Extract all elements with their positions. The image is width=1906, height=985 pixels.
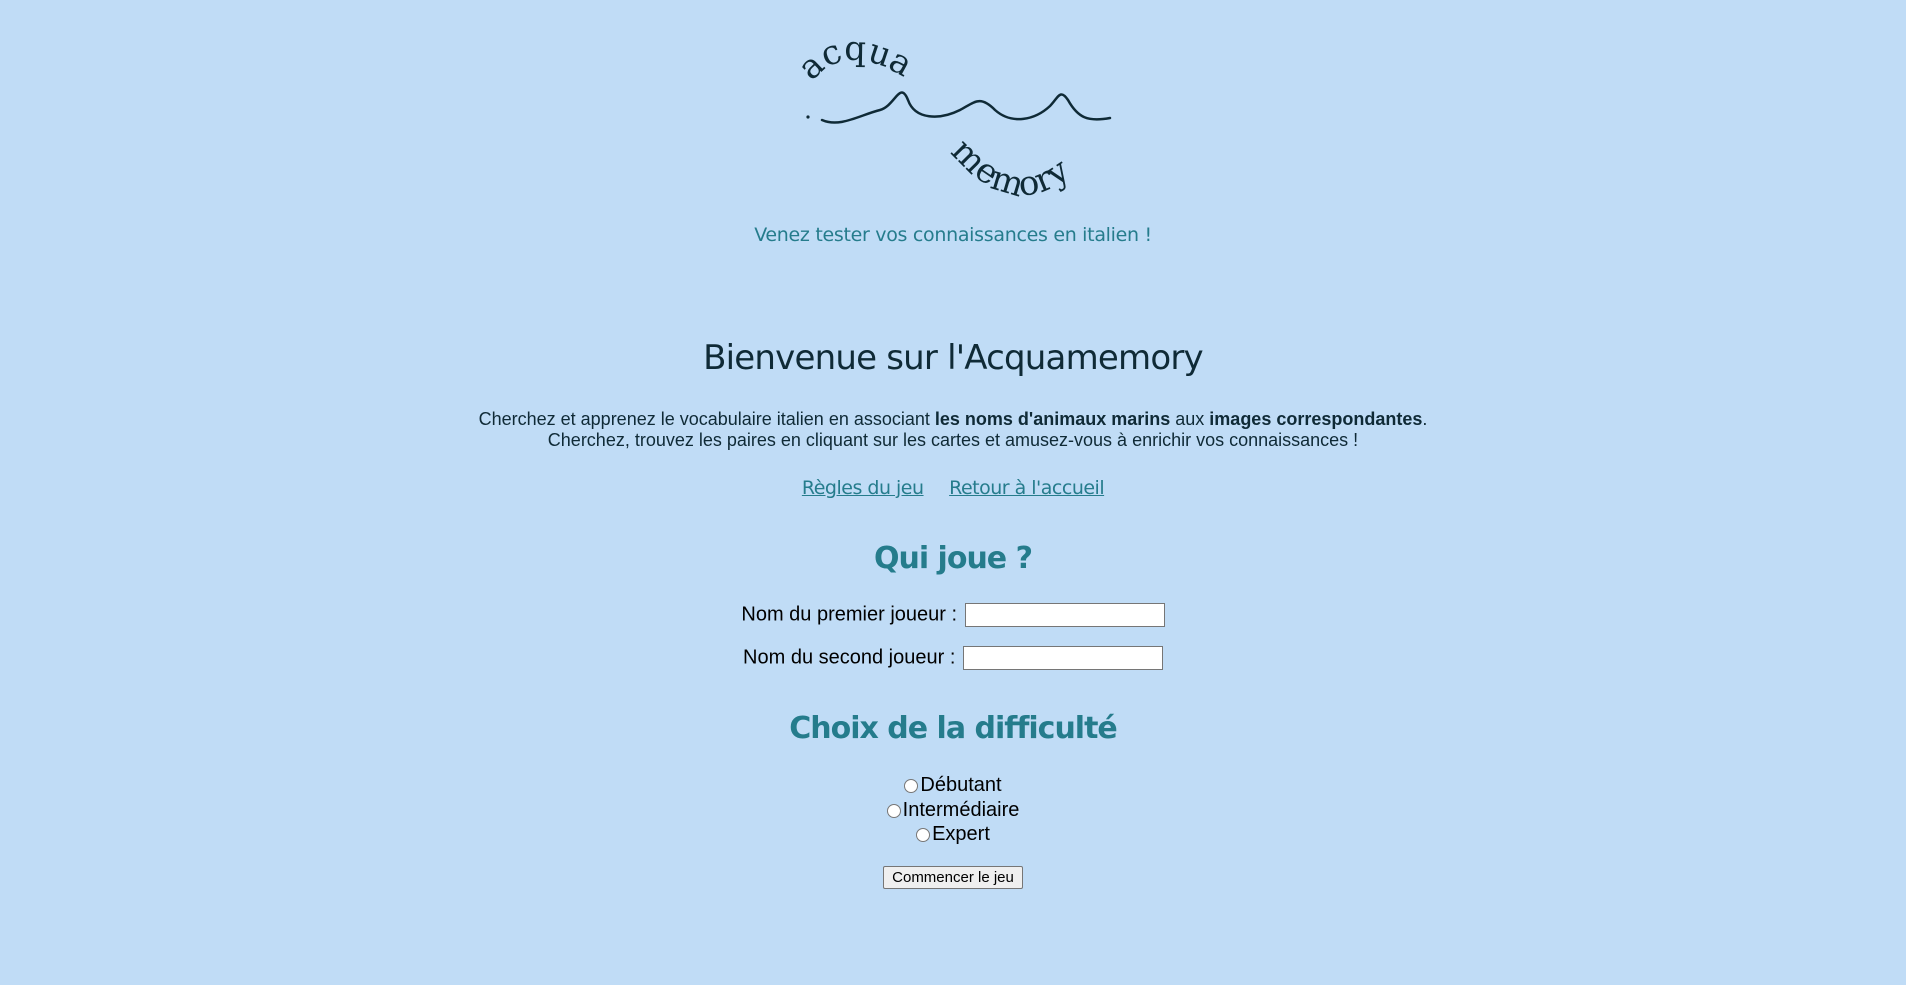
acquamemory-logo: acqua memory xyxy=(790,29,1112,206)
difficulty-option-intermediaire: Intermédiaire xyxy=(0,799,1906,822)
intro-text: Cherchez et apprenez le vocabulaire ital… xyxy=(0,409,1906,451)
start-game-button[interactable]: Commencer le jeu xyxy=(883,866,1023,889)
difficulty-label-expert: Expert xyxy=(932,823,990,846)
player2-row: Nom du second joueur : xyxy=(0,646,1906,670)
difficulty-title: Choix de la difficulté xyxy=(789,711,1118,746)
intro-line1-bold1: les noms d'animaux marins xyxy=(934,409,1171,429)
intro-line1-part1: Cherchez et apprenez le vocabulaire ital… xyxy=(478,409,935,429)
home-link[interactable]: Retour à l'accueil xyxy=(949,477,1105,499)
rules-link[interactable]: Règles du jeu xyxy=(802,477,924,499)
player2-input[interactable] xyxy=(962,646,1163,670)
player1-input[interactable] xyxy=(964,603,1165,627)
logo-word-acqua: acqua xyxy=(790,29,919,88)
difficulty-option-debutant: Débutant xyxy=(0,774,1906,797)
intro-line1-end: . xyxy=(1422,409,1428,429)
logo-word-memory: memory xyxy=(943,131,1077,206)
nav-links: Règles du jeu Retour à l'accueil xyxy=(0,477,1906,499)
difficulty-radio-expert[interactable] xyxy=(916,827,931,842)
start-wrap: Commencer le jeu xyxy=(0,866,1906,889)
player1-label: Nom du premier joueur : xyxy=(741,603,958,626)
difficulty-radio-debutant[interactable] xyxy=(904,778,919,793)
tagline: Venez tester vos connaissances en italie… xyxy=(754,224,1152,246)
intro-line1-part2: aux xyxy=(1170,409,1210,429)
wave-icon xyxy=(820,91,1112,124)
difficulty-option-expert: Expert xyxy=(0,823,1906,846)
players-title: Qui joue ? xyxy=(873,541,1033,576)
intro-line1-bold2: images correspondantes xyxy=(1209,409,1423,429)
difficulty-label-debutant: Débutant xyxy=(920,774,1002,797)
difficulty-label-intermediaire: Intermédiaire xyxy=(902,799,1020,822)
player2-label: Nom du second joueur : xyxy=(743,646,956,669)
page-title: Bienvenue sur l'Acquamemory xyxy=(703,338,1204,378)
player1-row: Nom du premier joueur : xyxy=(0,603,1906,627)
intro-line2: Cherchez, trouvez les paires en cliquant… xyxy=(547,430,1359,450)
difficulty-radio-intermediaire[interactable] xyxy=(886,803,901,818)
